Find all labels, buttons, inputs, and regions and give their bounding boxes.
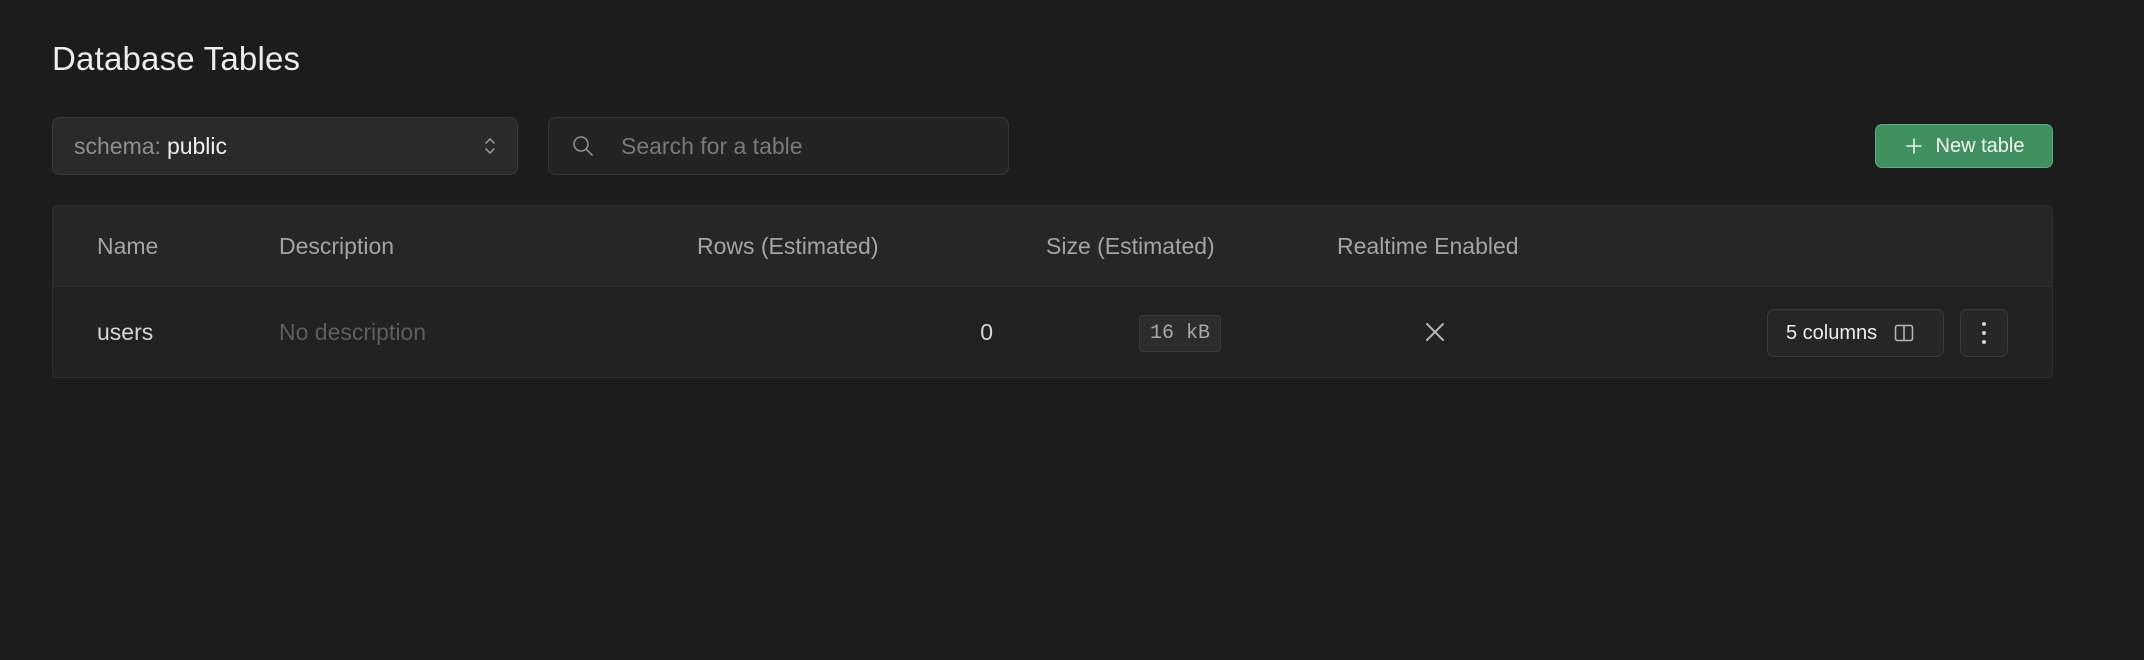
tables-table: Name Description Rows (Estimated) Size (… (52, 205, 2053, 378)
kebab-menu-icon (1982, 322, 1986, 344)
column-header-rows: Rows (Estimated) (697, 233, 879, 259)
columns-count-label: 5 columns (1786, 321, 1878, 344)
schema-select[interactable]: schema: public (52, 117, 518, 175)
new-table-button[interactable]: New table (1875, 124, 2053, 168)
cell-rows-estimated: 0 (980, 319, 993, 345)
column-header-realtime: Realtime Enabled (1337, 233, 1519, 259)
page-title: Database Tables (52, 40, 301, 77)
x-icon (1426, 323, 1444, 341)
cell-name: users (97, 319, 154, 345)
table-row[interactable]: users No description 0 16 kB 5 columns (53, 287, 2052, 377)
view-columns-button[interactable]: 5 columns (1767, 309, 1944, 357)
table-header: Name Description Rows (Estimated) Size (… (53, 206, 2052, 287)
schema-select-prefix: schema: (74, 132, 161, 159)
row-actions-button[interactable] (1960, 309, 2008, 357)
search-icon (573, 136, 593, 156)
column-header-description: Description (279, 233, 395, 259)
column-header-size: Size (Estimated) (1046, 233, 1215, 259)
search-input[interactable] (619, 131, 983, 161)
schema-select-value: public (166, 132, 228, 159)
chevron-up-down-icon (485, 138, 495, 154)
new-table-label: New table (1935, 134, 2025, 157)
column-header-name: Name (97, 233, 159, 259)
search-box[interactable] (548, 117, 1009, 175)
cell-description: No description (279, 319, 427, 345)
database-tables-page: Database Tables schema: public New table… (0, 0, 2144, 660)
columns-icon (1894, 324, 1914, 342)
plus-icon (1905, 138, 1922, 154)
size-badge: 16 kB (1139, 315, 1222, 352)
